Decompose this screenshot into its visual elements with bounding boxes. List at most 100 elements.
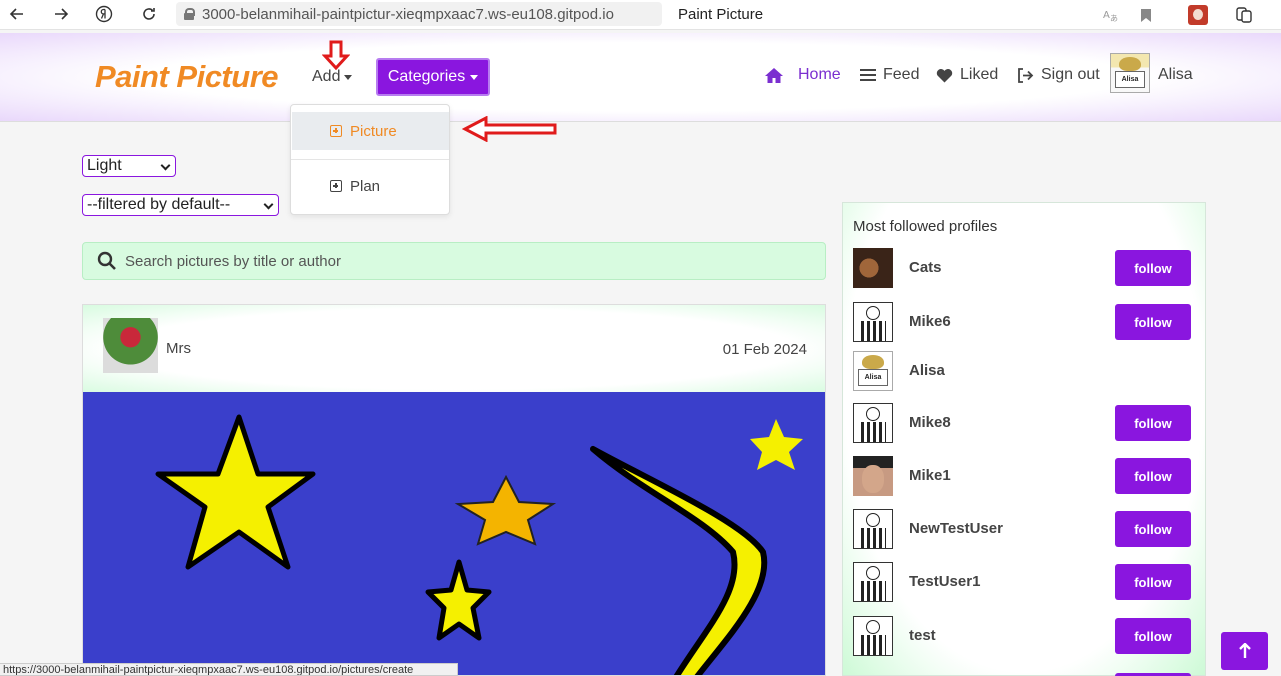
avatar[interactable] (853, 456, 893, 496)
site-header: Paint Picture Add Categories Home Feed L… (0, 33, 1281, 122)
divider (291, 159, 449, 160)
svg-text:あ: あ (1110, 14, 1118, 23)
list-item: NewTestUser follow (853, 509, 1193, 551)
follow-button[interactable]: follow (1115, 250, 1191, 286)
post-header: Mrs 01 Feb 2024 (83, 305, 825, 393)
caret-down-icon (344, 74, 353, 80)
follow-button[interactable]: follow (1115, 304, 1191, 340)
menu-item-label: Plan (350, 177, 381, 195)
avatar[interactable] (853, 616, 893, 656)
follow-button[interactable]: follow (1115, 618, 1191, 654)
page-title: Paint Picture (678, 6, 764, 23)
menu-item-picture[interactable]: Picture (292, 112, 449, 150)
nav-liked[interactable]: Liked (936, 66, 998, 84)
profile-name[interactable]: Mike6 (909, 313, 951, 330)
filter-select[interactable]: --filtered by default-- (82, 194, 279, 216)
annotation-arrow-left-icon (462, 116, 557, 142)
forward-icon[interactable] (50, 3, 72, 25)
yandex-icon[interactable] (93, 3, 115, 25)
avatar[interactable] (103, 318, 158, 373)
chevron-down-icon (160, 160, 171, 171)
list-item: Mike6 follow (853, 302, 1193, 344)
profile-name[interactable]: NewTestUser (909, 520, 1003, 537)
search-icon (97, 251, 116, 270)
filter-select-value: --filtered by default-- (87, 196, 231, 213)
theme-select-value: Light (87, 157, 122, 174)
brand-logo[interactable]: Paint Picture (95, 59, 279, 95)
menu-item-label: Picture (350, 122, 397, 140)
svg-text:A: A (1103, 10, 1110, 21)
avatar[interactable] (853, 562, 893, 602)
menu-item-plan[interactable]: Plan (292, 167, 449, 205)
back-to-top-button[interactable] (1221, 632, 1268, 670)
nav-signout[interactable]: Sign out (1017, 66, 1100, 84)
post-date: 01 Feb 2024 (722, 341, 807, 358)
nav-home[interactable]: Home (764, 66, 841, 84)
follow-button[interactable]: follow (1115, 458, 1191, 494)
list-item: Cats follow (853, 248, 1193, 290)
bookmark-icon[interactable] (1136, 5, 1156, 25)
profile-name[interactable]: Mike8 (909, 414, 951, 431)
night-sky-painting (155, 414, 803, 675)
most-followed-panel: Most followed profiles Cats follow Mike6… (842, 202, 1206, 676)
avatar[interactable] (853, 509, 893, 549)
theme-select[interactable]: Light (82, 155, 176, 177)
extension-icon[interactable] (1188, 5, 1208, 25)
username[interactable]: Alisa (1158, 66, 1193, 84)
avatar[interactable] (853, 302, 893, 342)
follow-button[interactable]: follow (1115, 511, 1191, 547)
profile-name[interactable]: Mike1 (909, 467, 951, 484)
sign-out-icon (1018, 67, 1034, 83)
profile-name[interactable]: Cats (909, 259, 942, 276)
search-input[interactable]: Search pictures by title or author (125, 253, 341, 270)
lock-icon (184, 8, 195, 20)
list-item: Mike1 follow (853, 456, 1193, 498)
collections-icon[interactable] (1234, 5, 1254, 25)
nav-signout-label: Sign out (1041, 66, 1100, 83)
categories-button[interactable]: Categories (376, 58, 490, 96)
back-icon[interactable] (6, 3, 28, 25)
list-item: TestUser1 follow (853, 562, 1193, 604)
list-item: test follow (853, 616, 1193, 658)
nav-home-label: Home (798, 66, 841, 83)
status-bar-url: https://3000-belanmihail-paintpictur-xie… (0, 663, 458, 676)
chevron-down-icon (263, 199, 274, 210)
profile-name[interactable]: TestUser1 (909, 573, 980, 590)
plus-square-icon (330, 180, 342, 192)
post-image[interactable] (83, 392, 825, 675)
profile-name[interactable]: test (909, 627, 936, 644)
address-url: 3000-belanmihail-paintpictur-xieqmpxaac7… (202, 5, 614, 23)
add-label: Add (312, 68, 341, 85)
list-item: Mike8 follow (853, 403, 1193, 445)
profile-name[interactable]: Alisa (909, 362, 945, 379)
caret-down-icon (470, 74, 479, 80)
nav-feed[interactable]: Feed (860, 66, 919, 84)
follow-button[interactable]: follow (1115, 564, 1191, 600)
post-card: Mrs 01 Feb 2024 (82, 304, 826, 676)
avatar[interactable]: Alisa (1110, 53, 1150, 93)
avatar[interactable] (853, 403, 893, 443)
heart-icon (936, 68, 953, 82)
plus-square-icon (330, 125, 342, 137)
annotation-arrow-down-icon (322, 40, 350, 70)
browser-toolbar: 3000-belanmihail-paintpictur-xieqmpxaac7… (0, 0, 1281, 30)
avatar-sign-text: Alisa (1115, 71, 1145, 88)
home-icon (765, 67, 783, 83)
nav-feed-label: Feed (883, 66, 920, 83)
arrow-up-icon (1238, 643, 1251, 658)
nav-liked-label: Liked (960, 66, 999, 83)
categories-label: Categories (387, 68, 466, 85)
post-author[interactable]: Mrs (166, 340, 191, 357)
avatar[interactable]: Alisa (853, 351, 893, 391)
add-dropdown-menu: Picture Plan (290, 104, 450, 215)
translate-icon[interactable]: Aあ (1100, 5, 1120, 25)
reload-icon[interactable] (138, 3, 160, 25)
sidebar-title: Most followed profiles (853, 218, 998, 235)
search-bar[interactable]: Search pictures by title or author (82, 242, 826, 280)
avatar[interactable] (853, 248, 893, 288)
list-icon (860, 69, 876, 81)
add-dropdown-toggle[interactable]: Add (312, 68, 353, 86)
list-item: Alisa Alisa (853, 351, 1193, 393)
address-bar[interactable]: 3000-belanmihail-paintpictur-xieqmpxaac7… (176, 2, 662, 26)
follow-button[interactable]: follow (1115, 405, 1191, 441)
